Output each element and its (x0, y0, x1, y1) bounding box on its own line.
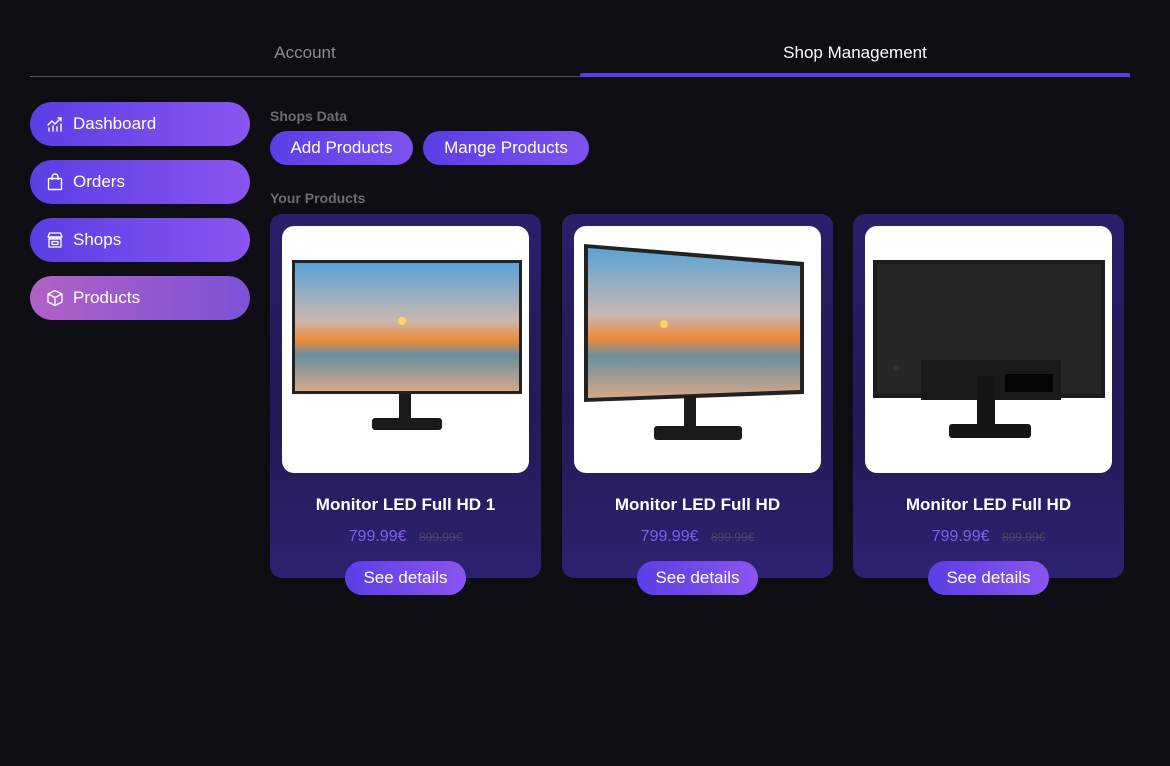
sidebar-item-shops[interactable]: Shops (30, 218, 250, 262)
see-details-button[interactable]: See details (928, 561, 1049, 595)
product-title: Monitor LED Full HD (614, 495, 781, 514)
sidebar-item-products[interactable]: Products (30, 276, 250, 320)
product-price: 799.99€ (640, 528, 699, 545)
your-products-title: Your Products (270, 190, 366, 206)
product-image (865, 226, 1112, 473)
sidebar-item-orders[interactable]: Orders (30, 160, 250, 204)
product-card: Monitor LED Full HD 799.99€ 899.99€ See … (853, 214, 1124, 595)
product-price: 799.99€ (348, 528, 407, 545)
product-price: 799.99€ (931, 528, 990, 545)
product-title: Monitor LED Full HD (905, 495, 1072, 514)
product-card: Monitor LED Full HD 799.99€ 899.99€ See … (562, 214, 833, 595)
shop-management-page: Account Shop Management Dashboard Orders (0, 0, 1170, 766)
chart-icon (46, 115, 64, 133)
store-icon (46, 231, 64, 249)
sidebar-item-label: Dashboard (73, 114, 157, 133)
sidebar-item-dashboard[interactable]: Dashboard (30, 102, 250, 146)
product-image (574, 226, 821, 473)
sidebar-item-label: Products (73, 288, 141, 307)
product-old-price: 899.99€ (418, 530, 463, 544)
see-details-button[interactable]: See details (345, 561, 466, 595)
top-tabs: Account Shop Management (30, 30, 1130, 77)
shopping-bag-icon (46, 173, 64, 191)
product-old-price: 899.99€ (1001, 530, 1046, 544)
product-card: Monitor LED Full HD 1 799.99€ 899.99€ Se… (270, 214, 541, 595)
product-prices: 799.99€ 899.99€ (853, 528, 1124, 546)
product-prices: 799.99€ 899.99€ (562, 528, 833, 546)
sidebar: Dashboard Orders Shops Products (30, 102, 250, 334)
add-products-button[interactable]: Add Products (270, 131, 413, 165)
box-icon (46, 289, 64, 307)
tab-account[interactable]: Account (30, 30, 580, 76)
see-details-button[interactable]: See details (637, 561, 758, 595)
manage-products-button[interactable]: Mange Products (423, 131, 589, 165)
active-tab-indicator (580, 73, 1130, 77)
sidebar-item-label: Shops (73, 230, 122, 249)
product-old-price: 899.99€ (710, 530, 755, 544)
shops-data-title: Shops Data (270, 108, 348, 124)
product-title: Monitor LED Full HD 1 (315, 495, 496, 514)
product-image (282, 226, 529, 473)
sidebar-item-label: Orders (73, 172, 125, 191)
product-prices: 799.99€ 899.99€ (270, 528, 541, 546)
tab-shop-management[interactable]: Shop Management (580, 30, 1130, 76)
